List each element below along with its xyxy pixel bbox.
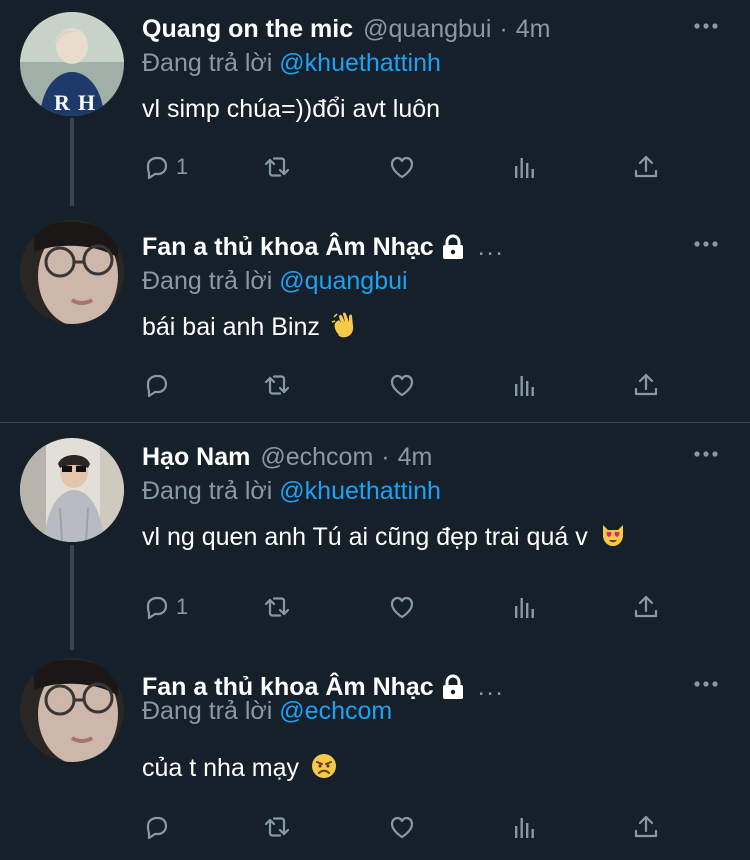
reply-icon [146, 374, 168, 398]
lock-icon [441, 674, 465, 701]
more-icon[interactable] [692, 230, 720, 258]
retweet-icon [264, 375, 290, 395]
reply-prefix: Đang trả lời [142, 477, 273, 505]
reply-prefix: Đang trả lời [142, 49, 273, 77]
reply-button[interactable] [142, 810, 176, 844]
tweet-text-content: vl ng quen anh Tú ai cũng đẹp trai quá v [142, 523, 588, 551]
avatar[interactable]: R H [20, 12, 124, 116]
like-button[interactable] [387, 368, 417, 402]
reply-mention[interactable]: @khuethattinh [279, 49, 441, 77]
lock-icon [441, 234, 465, 261]
tweet[interactable]: Hạo Nam @echcom · 4m Đang trả lời @khuet… [0, 428, 750, 638]
reply-context: Đang trả lời @quangbui [142, 265, 408, 297]
retweet-icon [264, 597, 290, 617]
timestamp[interactable]: 4m [516, 12, 551, 46]
reply-mention[interactable]: @khuethattinh [279, 477, 441, 505]
share-icon [634, 155, 658, 178]
reply-icon [146, 156, 168, 180]
username[interactable]: @quangbui [363, 12, 491, 46]
retweet-button[interactable] [262, 368, 292, 402]
timestamp[interactable]: 4m [398, 440, 433, 474]
more-icon[interactable] [692, 670, 720, 698]
waving-hand-emoji [331, 312, 354, 338]
display-name[interactable]: Fan a thủ khoa Âm Nhạc [142, 230, 434, 264]
heart-icon [390, 596, 414, 619]
reply-context: Đang trả lời @echcom [142, 695, 392, 727]
username[interactable]: @echcom [260, 440, 373, 474]
tweet-actions: 1 [142, 590, 682, 624]
retweet-icon [264, 157, 290, 177]
divider [0, 422, 750, 423]
heart-icon [390, 156, 414, 179]
separator-dot: · [381, 443, 390, 471]
tweet[interactable]: Fan a thủ khoa Âm Nhạc ... Đang trả lời … [0, 218, 750, 418]
analytics-button[interactable] [509, 810, 539, 844]
retweet-button[interactable] [262, 590, 292, 624]
share-button[interactable] [631, 150, 661, 184]
reply-button[interactable]: 1 [142, 150, 188, 184]
reply-button[interactable]: 1 [142, 590, 188, 624]
reply-context: Đang trả lời @khuethattinh [142, 475, 441, 507]
retweet-icon [264, 817, 290, 837]
avatar[interactable] [20, 438, 124, 542]
reply-mention[interactable]: @quangbui [279, 267, 407, 295]
tweet-actions [142, 368, 682, 402]
more-icon[interactable] [692, 440, 720, 468]
reply-mention[interactable]: @echcom [279, 697, 392, 725]
display-name[interactable]: Quang on the mic [142, 12, 353, 46]
like-button[interactable] [387, 150, 417, 184]
analytics-icon [515, 818, 534, 838]
separator-dot: · [499, 15, 508, 43]
svg-text:R: R [54, 90, 71, 115]
reply-count: 1 [176, 154, 189, 179]
analytics-icon [515, 376, 534, 396]
tweet-text-content: bái bai anh Binz [142, 313, 320, 341]
share-icon [634, 595, 658, 618]
reply-prefix: Đang trả lời [142, 697, 273, 725]
like-button[interactable] [387, 810, 417, 844]
display-name[interactable]: Hạo Nam [142, 440, 250, 474]
like-button[interactable] [387, 590, 417, 624]
tweet-actions: 1 [142, 150, 682, 184]
angry-face-emoji [311, 754, 336, 778]
heart-icon [390, 816, 414, 839]
analytics-button[interactable] [509, 590, 539, 624]
share-button[interactable] [631, 810, 661, 844]
share-button[interactable] [631, 590, 661, 624]
tweet-text-content: của t nha mạy [142, 754, 300, 782]
avatar[interactable] [20, 220, 124, 324]
retweet-button[interactable] [262, 810, 292, 844]
reply-icon [146, 816, 168, 840]
tweet[interactable]: R H Quang on the mic @quangbui · 4m Đang… [0, 0, 750, 205]
reply-count: 1 [176, 594, 189, 619]
reply-button[interactable] [142, 368, 176, 402]
tweet-text: của t nha mạy [142, 752, 338, 784]
tweet-text: bái bai anh Binz [142, 311, 359, 343]
share-icon [634, 373, 658, 396]
truncation-ellipsis: ... [477, 673, 505, 701]
more-icon[interactable] [692, 12, 720, 40]
reply-icon [146, 596, 168, 620]
share-button[interactable] [631, 368, 661, 402]
heart-eyes-cat-emoji [602, 525, 623, 546]
analytics-button[interactable] [509, 150, 539, 184]
heart-icon [390, 374, 414, 397]
truncation-ellipsis: ... [477, 233, 505, 261]
retweet-button[interactable] [262, 150, 292, 184]
reply-prefix: Đang trả lời [142, 267, 273, 295]
analytics-icon [515, 598, 534, 618]
reply-context: Đang trả lời @khuethattinh [142, 47, 441, 79]
analytics-icon [515, 158, 534, 178]
share-icon [634, 815, 658, 838]
tweet[interactable]: Fan a thủ khoa Âm Nhạc ... Đang trả lời … [0, 658, 750, 860]
avatar[interactable] [20, 658, 124, 762]
tweet-text: vl ng quen anh Tú ai cũng đẹp trai quá v [142, 521, 627, 553]
tweet-actions [142, 810, 682, 844]
analytics-button[interactable] [509, 368, 539, 402]
svg-text:H: H [78, 90, 95, 115]
tweet-text: vl simp chúa=))đổi avt luôn [142, 95, 441, 123]
